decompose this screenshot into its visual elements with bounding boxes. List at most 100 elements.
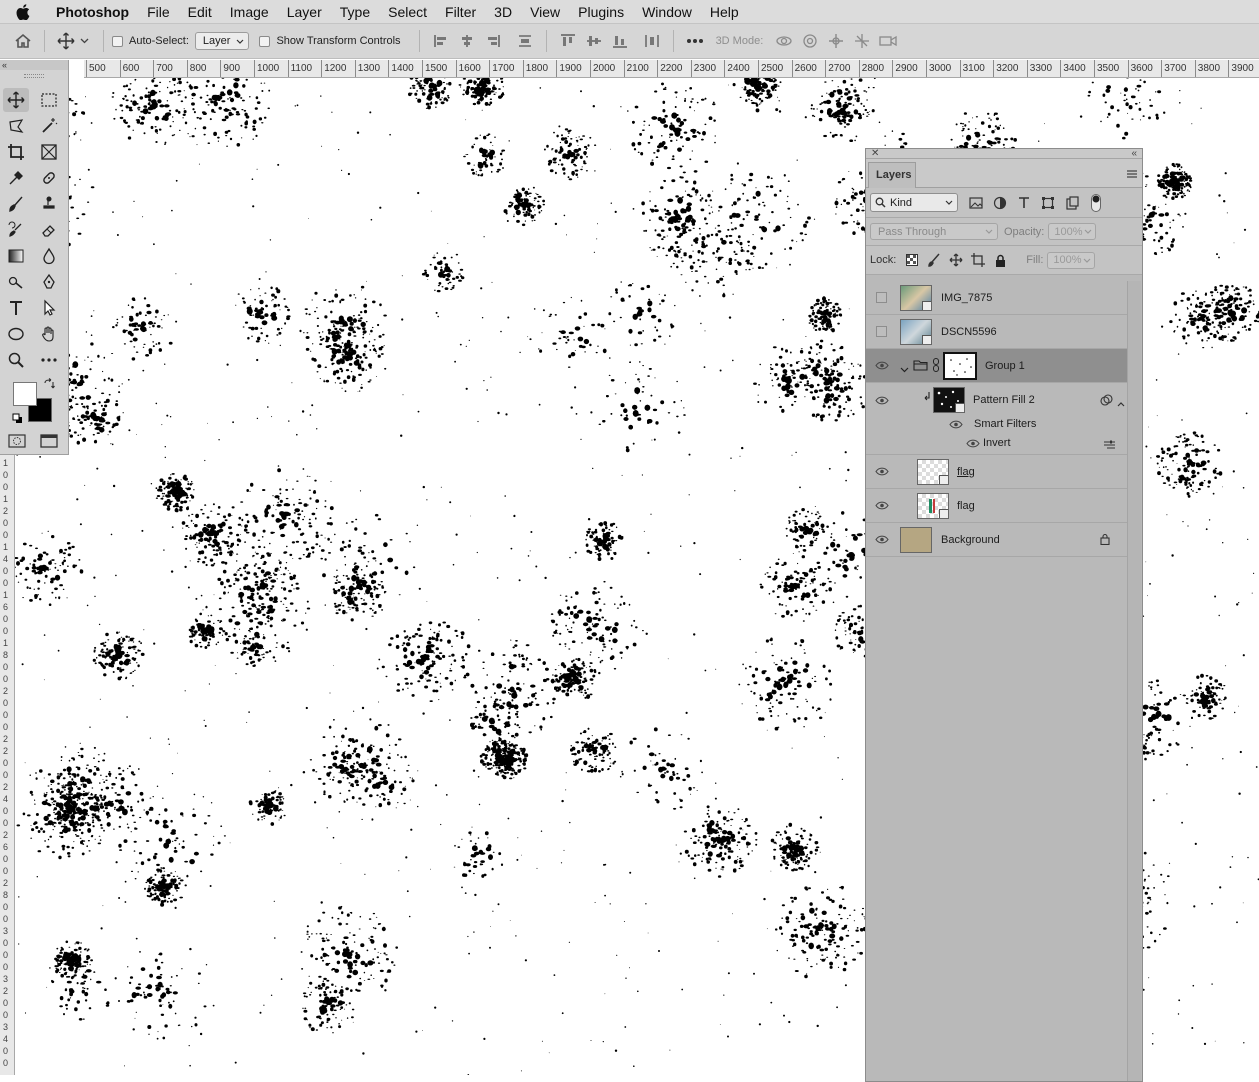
filter-type-icon[interactable] [1016,195,1032,211]
stamp-tool[interactable] [36,192,62,216]
menu-image[interactable]: Image [221,0,278,24]
align-top-icon[interactable] [559,32,577,50]
eye-icon[interactable] [874,394,890,406]
menu-edit[interactable]: Edit [179,0,221,24]
layers-scrollbar[interactable] [1127,281,1141,1081]
layer-row-flag-1[interactable]: flag [866,455,1127,489]
layer-row-img7875[interactable]: IMG_7875 [866,281,1127,315]
lock-position-icon[interactable] [948,252,964,268]
layer-row-flag-2[interactable]: flag [866,489,1127,523]
layer-row-background[interactable]: Background [866,523,1127,557]
eye-icon[interactable] [874,534,890,546]
chevron-up-icon[interactable] [1117,396,1125,410]
align-right-icon[interactable] [484,32,502,50]
blend-mode-dropdown[interactable]: Pass Through [870,223,998,240]
swap-colors-icon[interactable] [43,378,55,390]
apple-icon[interactable] [15,3,31,20]
eye-icon[interactable] [948,418,964,430]
filter-smart-object-icon[interactable] [1064,195,1080,211]
3d-camera-icon[interactable] [879,32,897,50]
filter-toggle-icon[interactable] [1088,193,1104,212]
chain-link-icon[interactable] [933,358,939,375]
pen-tool[interactable] [36,270,62,294]
lock-all-icon[interactable] [992,252,1008,268]
align-center-h-icon[interactable] [458,32,476,50]
history-brush-tool[interactable] [3,218,29,242]
3d-pan-icon[interactable] [827,32,845,50]
auto-select-checkbox[interactable] [112,35,123,47]
align-middle-v-icon[interactable] [585,32,603,50]
screen-mode-icon[interactable] [40,434,58,448]
chevron-down-icon[interactable] [79,32,89,50]
chevron-down-icon[interactable] [900,362,909,376]
layer-row-dscn5596[interactable]: DSCN5596 [866,315,1127,349]
fill-field[interactable]: 100% [1047,251,1096,269]
distribute-icon[interactable] [516,32,534,50]
3d-orbit-icon[interactable] [775,32,793,50]
show-transform-checkbox[interactable] [259,35,271,47]
layer-visibility-toggle[interactable] [876,326,887,337]
vertical-ruler[interactable]: 1 0 0 1 2 0 0 1 4 0 0 1 6 0 0 1 8 0 0 2 0 0 0 2 2 0 0 2 4 0 0 2 6 0 0 2 8 0 0 3… [0,455,15,1075]
panel-menu-icon[interactable] [1126,168,1138,178]
layer-row-pattern-fill-2[interactable]: Pattern Fill 2 Smart Filters Invert [866,383,1127,455]
menu-help[interactable]: Help [701,0,748,24]
quick-mask-icon[interactable] [8,434,26,448]
eye-icon[interactable] [874,500,890,512]
brush-tool[interactable] [3,192,29,216]
filter-pixel-icon[interactable] [968,195,984,211]
crop-tool[interactable] [3,140,29,164]
healing-tool[interactable] [36,166,62,190]
collapse-icon[interactable]: « [1131,149,1137,159]
more-options-icon[interactable] [686,32,704,50]
more-tools[interactable] [36,348,62,372]
move-tool[interactable] [3,88,29,112]
lock-pixels-icon[interactable] [926,252,942,268]
horizontal-ruler[interactable]: 500 600 700 800 900 1000 1100 1200 1300 1400 1500 1… [84,60,1259,78]
hand-tool[interactable] [36,322,62,346]
filter-shape-icon[interactable] [1040,195,1056,211]
marquee-tool[interactable] [36,88,62,112]
menu-layer[interactable]: Layer [278,0,331,24]
move-tool-preset-icon[interactable] [57,32,75,50]
blur-tool[interactable] [36,244,62,268]
3d-roll-icon[interactable] [801,32,819,50]
layers-panel-titlebar[interactable]: ✕ « [866,149,1142,159]
tools-drag-grip[interactable] [24,74,44,78]
default-colors-icon[interactable] [12,413,23,424]
lock-transparent-icon[interactable] [904,252,920,268]
eyedropper-tool[interactable] [3,166,29,190]
shape-tool[interactable] [3,322,29,346]
3d-slide-icon[interactable] [853,32,871,50]
auto-select-dropdown[interactable]: Layer [194,32,250,50]
eye-icon[interactable] [874,360,890,372]
filter-adjustment-icon[interactable] [992,195,1008,211]
path-select-tool[interactable] [36,296,62,320]
align-left-icon[interactable] [432,32,450,50]
menu-filter[interactable]: Filter [436,0,485,24]
foreground-color-swatch[interactable] [13,382,37,406]
lasso-tool[interactable] [3,114,29,138]
layer-visibility-toggle[interactable] [876,292,887,303]
menu-file[interactable]: File [138,0,179,24]
menu-app-photoshop[interactable]: Photoshop [47,0,138,24]
dodge-tool[interactable] [3,270,29,294]
menu-type[interactable]: Type [331,0,379,24]
menu-plugins[interactable]: Plugins [569,0,633,24]
smart-filter-options-icon[interactable] [1100,394,1113,409]
eye-icon[interactable] [874,466,890,478]
home-icon[interactable] [14,32,32,50]
menu-view[interactable]: View [521,0,569,24]
distribute-vertical-icon[interactable] [643,32,661,50]
zoom-tool[interactable] [3,348,29,372]
menu-select[interactable]: Select [379,0,436,24]
close-icon[interactable]: ✕ [871,149,879,159]
align-bottom-icon[interactable] [611,32,629,50]
filter-kind-dropdown[interactable]: Kind [870,193,958,212]
tab-layers[interactable]: Layers [868,162,916,188]
menu-window[interactable]: Window [633,0,701,24]
gradient-tool[interactable] [3,244,29,268]
opacity-field[interactable]: 100% [1048,223,1097,240]
lock-artboard-icon[interactable] [970,252,986,268]
eraser-tool[interactable] [36,218,62,242]
layer-row-group1[interactable]: Group 1 [866,349,1127,383]
